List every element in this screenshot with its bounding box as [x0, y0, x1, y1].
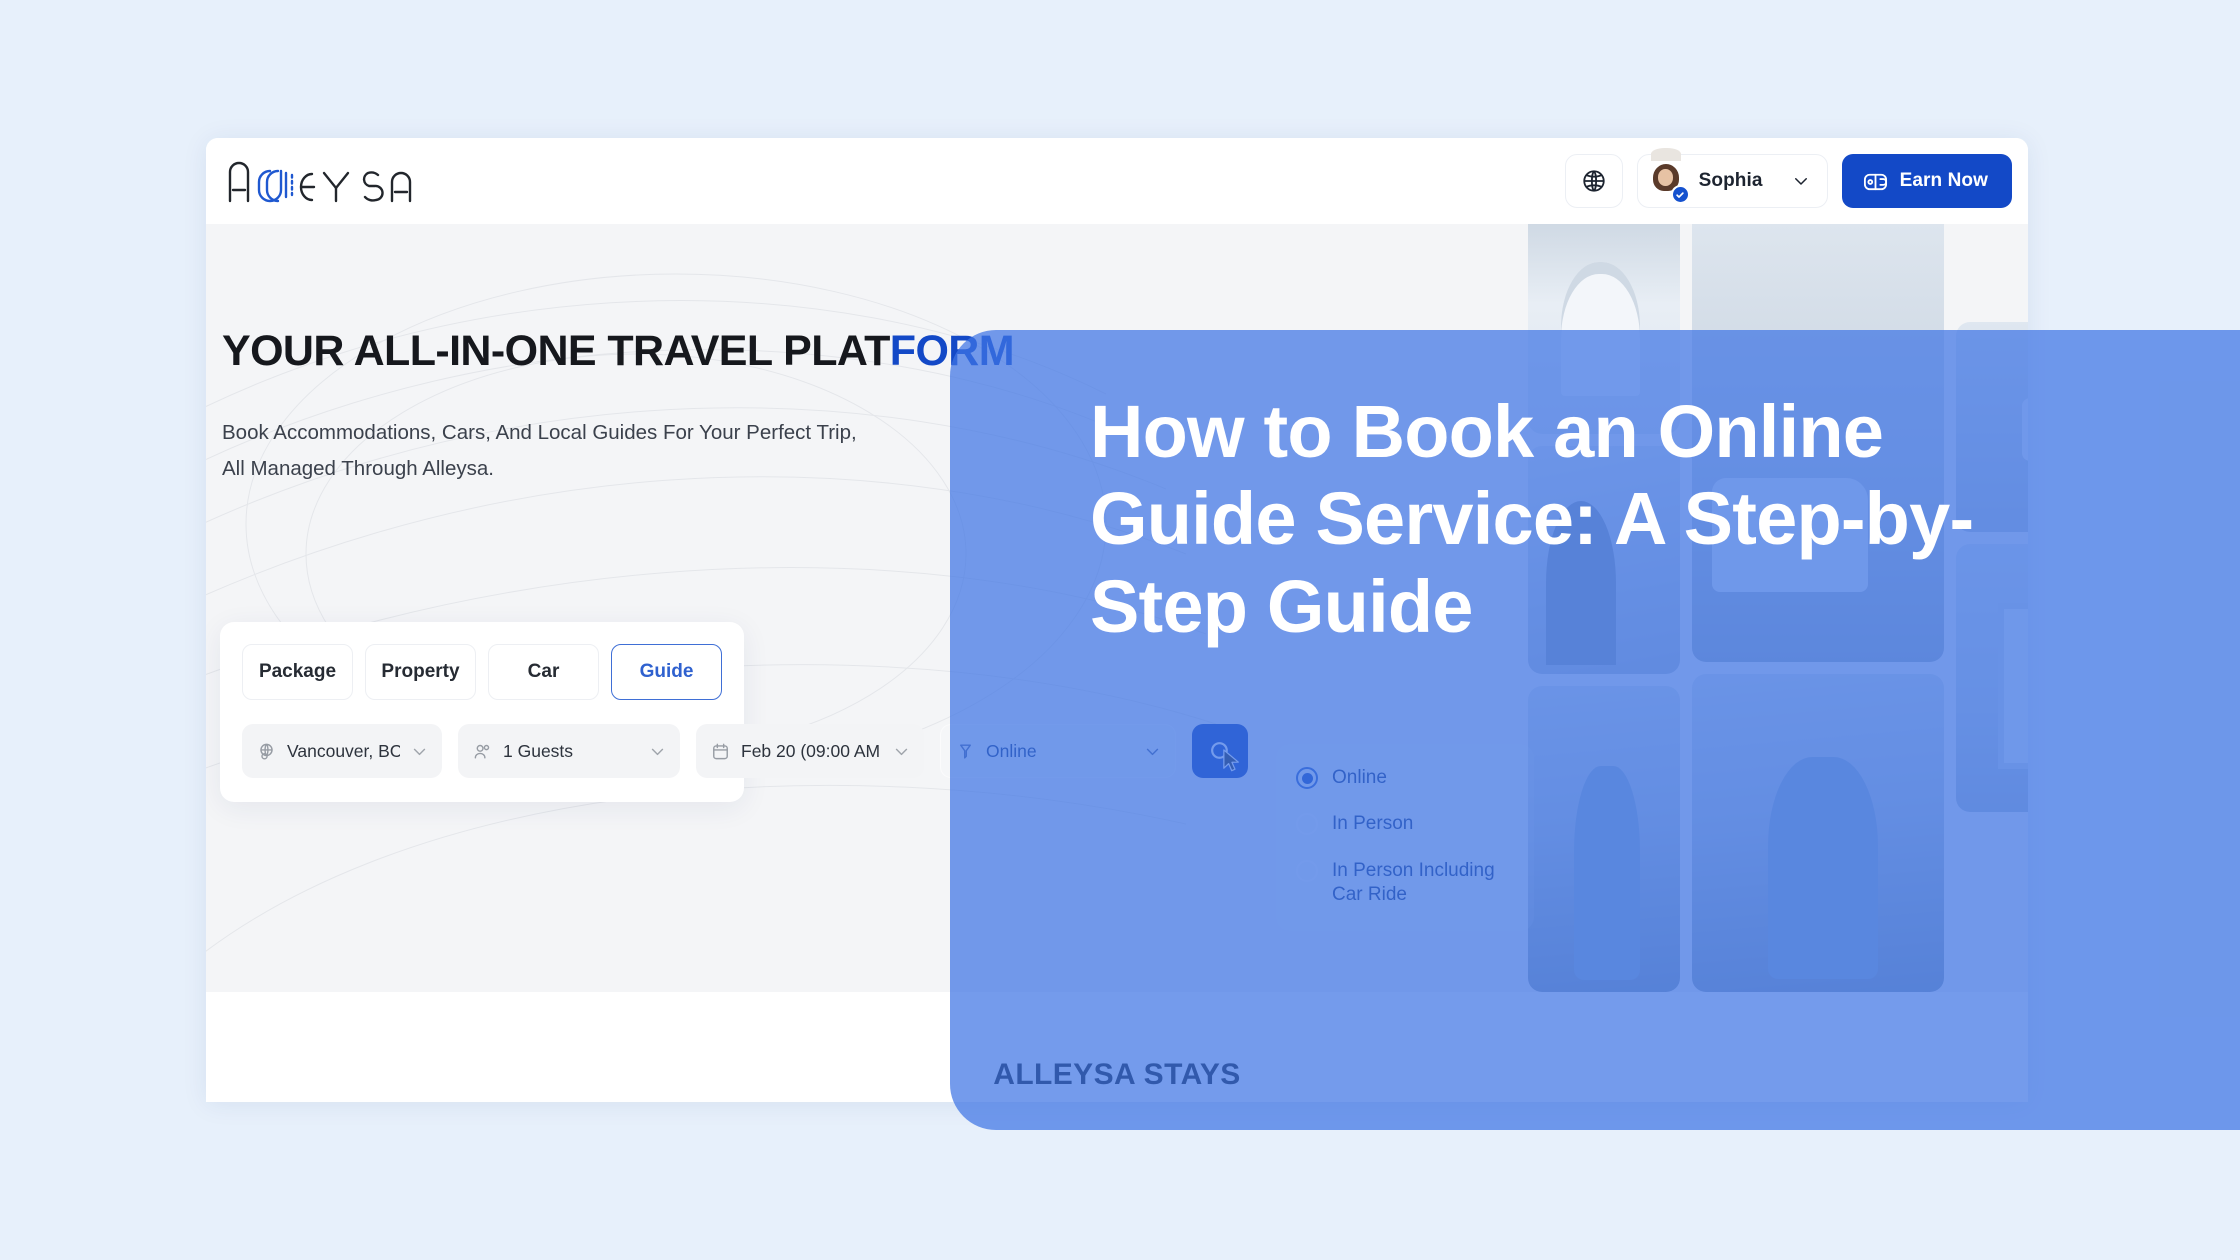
overlay-title: How to Book an Online Guide Service: A S…: [1090, 390, 1974, 648]
chevron-down-icon: [895, 748, 908, 755]
chevron-down-icon: [413, 748, 426, 755]
earn-now-button[interactable]: Earn Now: [1841, 154, 2012, 208]
guests-value: 1 Guests: [503, 740, 574, 761]
search-tabs: Package Property Car Guide: [242, 644, 722, 700]
globe-icon: [1582, 170, 1605, 192]
verified-check-icon: [1670, 185, 1690, 204]
tab-car-label: Car: [527, 661, 560, 682]
location-field[interactable]: Vancouver, BC, Cana: [242, 724, 442, 778]
chevron-down-icon: [651, 748, 664, 755]
tab-car[interactable]: Car: [488, 644, 599, 700]
tab-property-label: Property: [381, 661, 460, 682]
guests-field[interactable]: 1 Guests: [458, 724, 680, 778]
location-value: Vancouver, BC, Cana: [287, 740, 400, 761]
language-selector-button[interactable]: [1564, 154, 1623, 208]
tab-package[interactable]: Package: [242, 644, 353, 700]
tab-guide-label: Guide: [639, 661, 694, 682]
location-globe-icon: [260, 743, 273, 759]
wallet-icon: [1863, 173, 1887, 190]
hero-title-plain: YOUR ALL-IN-ONE TRAVEL PLAT: [222, 327, 890, 375]
tab-guide[interactable]: Guide: [611, 644, 722, 700]
guests-icon: [474, 744, 490, 759]
user-name: Sophia: [1698, 170, 1763, 191]
avatar: [1646, 148, 1690, 204]
chevron-down-icon: [1794, 178, 1807, 185]
date-value: Feb 20 (09:00 AM -: [741, 740, 882, 761]
title-overlay-panel: How to Book an Online Guide Service: A S…: [950, 330, 2240, 1130]
user-menu-button[interactable]: Sophia: [1636, 148, 1828, 208]
nav-right-group: Sophia Earn Now: [1564, 148, 2012, 208]
alleysa-wordmark-icon: [228, 161, 412, 203]
brand-logo[interactable]: [220, 159, 424, 203]
top-navigation-bar: Sophia Earn Now: [206, 138, 2028, 224]
tab-package-label: Package: [258, 661, 337, 682]
earn-now-label: Earn Now: [1899, 170, 1988, 191]
search-widget: Package Property Car Guide Vancouver, BC…: [220, 622, 1534, 932]
calendar-icon: [713, 743, 728, 759]
date-field[interactable]: Feb 20 (09:00 AM -: [696, 724, 924, 778]
tab-property[interactable]: Property: [365, 644, 476, 700]
